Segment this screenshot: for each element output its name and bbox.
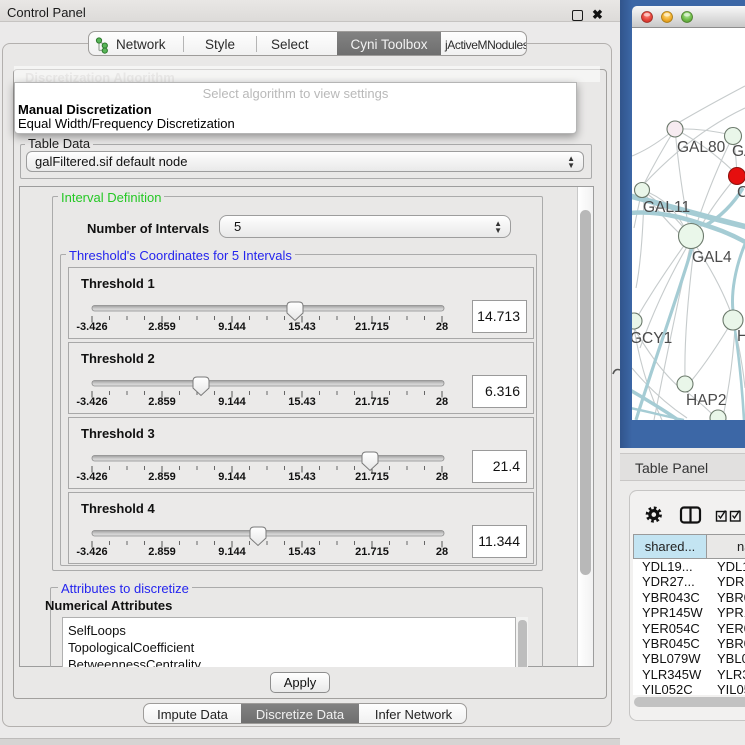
svg-text:15.43: 15.43 [288,546,316,558]
svg-text:GAL11: GAL11 [643,199,690,216]
svg-text:HAP2: HAP2 [686,392,727,409]
svg-text:15.43: 15.43 [288,396,316,408]
svg-text:2.859: 2.859 [148,546,176,558]
svg-text:9.144: 9.144 [218,471,246,483]
svg-text:28: 28 [436,546,448,558]
svg-text:21.715: 21.715 [355,396,389,408]
svg-text:-3.426: -3.426 [76,321,107,333]
svg-text:-3.426: -3.426 [76,396,107,408]
svg-text:21.715: 21.715 [355,546,389,558]
svg-text:-3.426: -3.426 [76,546,107,558]
svg-text:H: H [737,328,745,345]
svg-text:GAL4: GAL4 [692,249,732,266]
svg-text:2.859: 2.859 [148,396,176,408]
svg-text:GCY1: GCY1 [632,330,672,347]
svg-text:15.43: 15.43 [288,471,316,483]
svg-text:28: 28 [436,396,448,408]
svg-text:9.144: 9.144 [218,321,246,333]
svg-text:C: C [737,184,745,201]
svg-text:9.144: 9.144 [218,396,246,408]
svg-text:28: 28 [436,471,448,483]
svg-text:GA: GA [732,143,745,160]
svg-text:-3.426: -3.426 [76,471,107,483]
svg-text:GAL80: GAL80 [677,139,726,156]
svg-text:15.43: 15.43 [288,321,316,333]
svg-text:2.859: 2.859 [148,471,176,483]
svg-text:28: 28 [436,321,448,333]
svg-text:9.144: 9.144 [218,546,246,558]
svg-text:21.715: 21.715 [355,471,389,483]
svg-text:2.859: 2.859 [148,321,176,333]
svg-text:21.715: 21.715 [355,321,389,333]
